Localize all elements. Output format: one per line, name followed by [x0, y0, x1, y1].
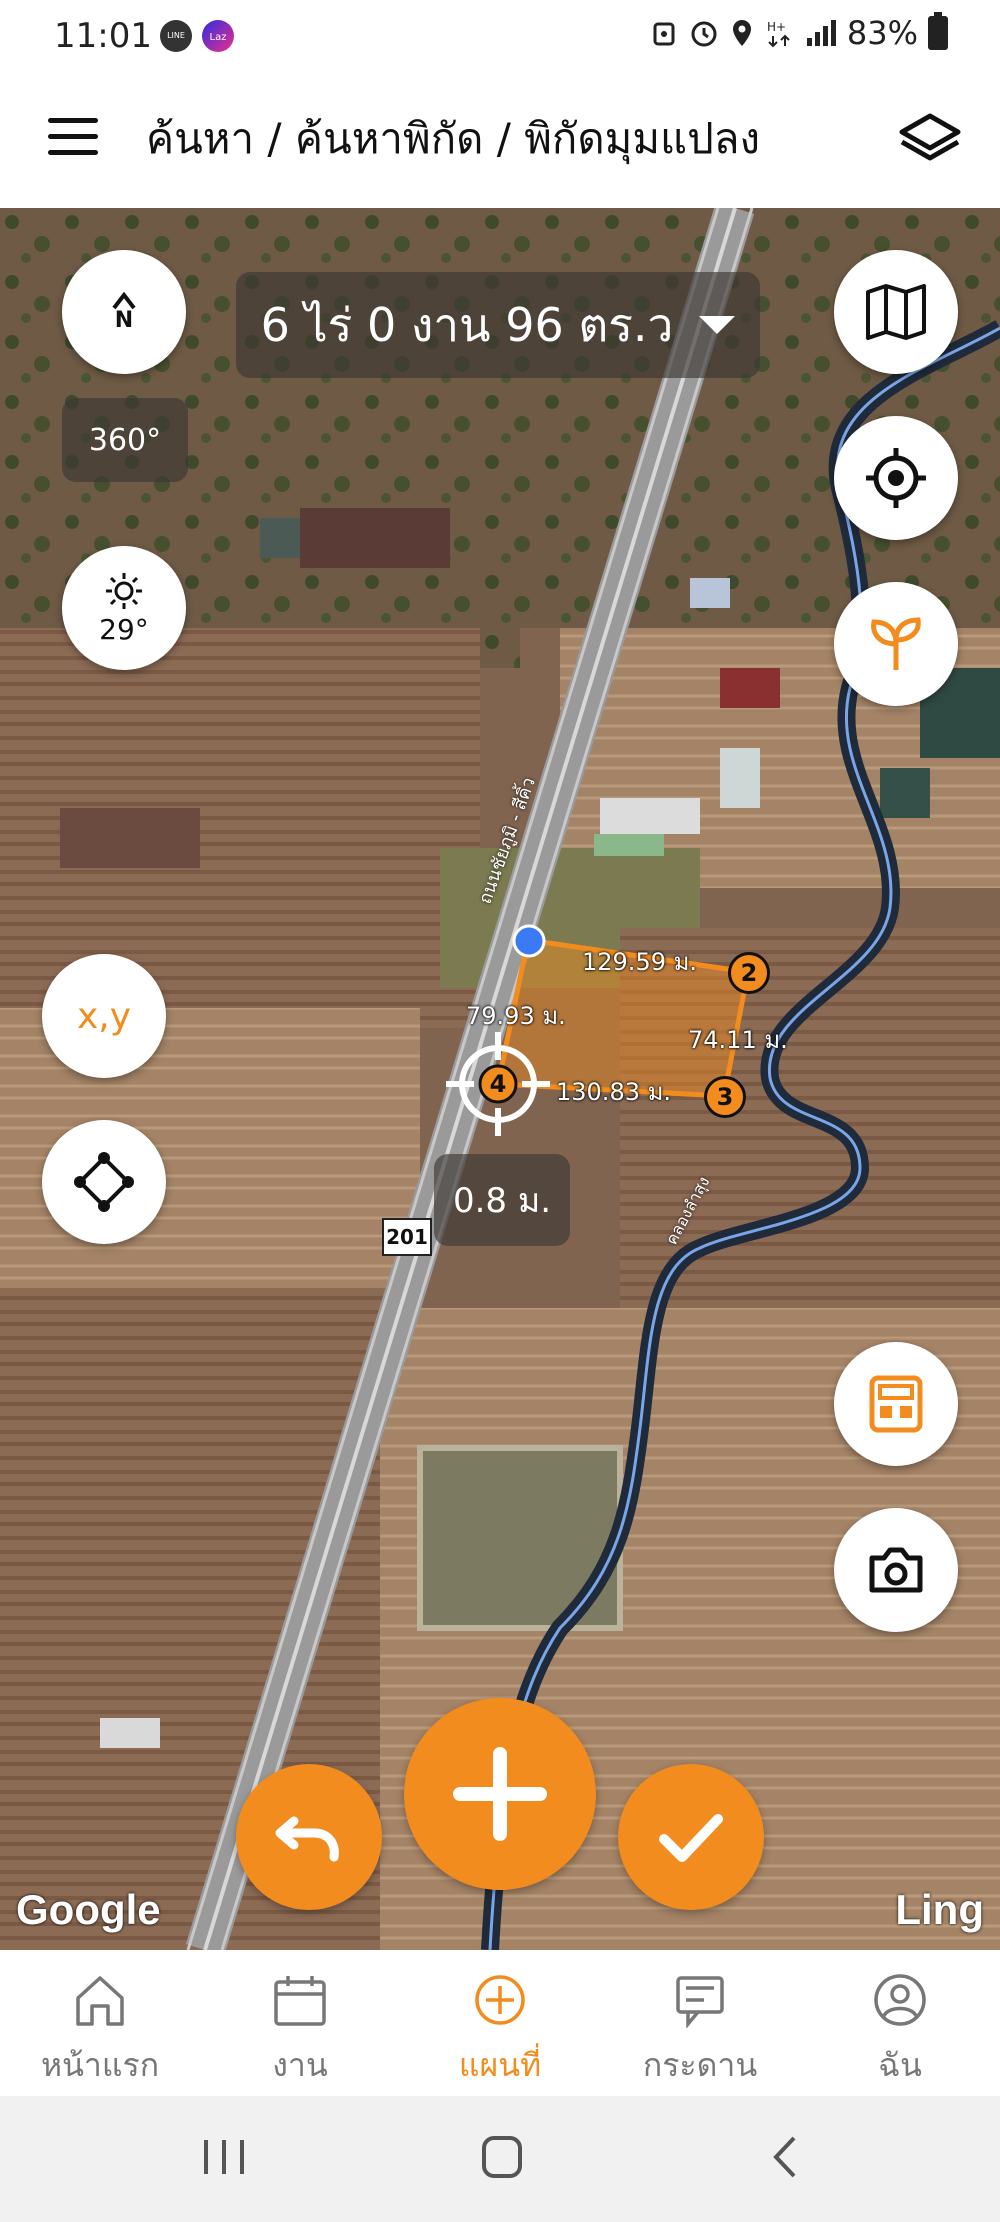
measurement-right: 74.11 ม. [688, 1026, 788, 1054]
system-navigation-bar [0, 2096, 1000, 2222]
camera-icon [869, 1547, 923, 1593]
nav-profile[interactable]: ฉัน [800, 1950, 1000, 2096]
chevron-down-icon [699, 316, 736, 334]
nav-tasks-label: งาน [272, 2046, 328, 2084]
area-display[interactable]: 6 ไร่ 0 งาน 96 ตร.ว [236, 272, 760, 378]
measurement-left: 79.93 ม. [466, 1002, 566, 1030]
vertex-3[interactable]: 3 [704, 1076, 746, 1118]
alarm-icon [653, 22, 675, 46]
svg-text:LINE: LINE [167, 31, 185, 40]
status-icons: H+ 83% [649, 12, 948, 52]
nav-board-label: กระดาน [642, 2046, 758, 2084]
locate-button[interactable] [834, 416, 958, 540]
nav-map-label: แผนที่ [458, 2046, 542, 2084]
confirm-button[interactable] [618, 1764, 764, 1910]
back-icon[interactable] [766, 2132, 802, 2182]
app-header: ค้นหา / ค้นหาพิกัด / พิกัดมุมแปลง [0, 72, 1000, 208]
nav-home[interactable]: หน้าแรก [0, 1950, 200, 2096]
clock-icon [691, 21, 717, 47]
route-shield: 201 [382, 1218, 432, 1256]
calculator-icon [869, 1375, 923, 1433]
ling-attribution: Ling [895, 1886, 984, 1933]
battery-text: 83% [846, 14, 918, 52]
map-icon [866, 284, 926, 340]
nav-board[interactable]: กระดาน [600, 1950, 800, 2096]
nav-profile-label: ฉัน [878, 2046, 922, 2084]
compass-label: N [114, 308, 134, 333]
vertex-2[interactable]: 2 [728, 952, 770, 994]
xy-label: x,y [76, 995, 132, 1037]
current-location-dot [512, 924, 546, 958]
sun-angle-button[interactable]: 29° [62, 546, 186, 670]
undo-icon [275, 1816, 339, 1862]
board-icon [676, 1976, 724, 2028]
nav-map[interactable]: แผนที่ [400, 1950, 600, 2096]
recent-apps-icon[interactable] [200, 2132, 248, 2182]
target-icon [866, 448, 926, 508]
sprout-icon [871, 617, 921, 670]
sun-icon [106, 572, 142, 609]
map-view[interactable]: ถนนชัยภูมิ - สีคิ้ว คลองลำสุง 201 2 3 4 … [0, 208, 1000, 1950]
breadcrumb: ค้นหา / ค้นหาพิกัด / พิกัดมุมแปลง [146, 114, 760, 163]
heading-display: 360° [62, 398, 188, 482]
svg-text:H+: H+ [767, 20, 786, 34]
status-time: 11:01 [54, 16, 152, 56]
menu-icon[interactable] [48, 118, 98, 156]
sun-angle-value: 29° [99, 612, 149, 646]
nav-home-label: หน้าแรก [40, 2046, 160, 2084]
status-bar: 11:01 LINE Laz H+ 83% [0, 0, 1000, 72]
coordinate-button[interactable]: x,y [42, 954, 166, 1078]
polygon-tool-button[interactable] [42, 1120, 166, 1244]
nav-tasks[interactable]: งาน [200, 1950, 400, 2096]
checkmark-icon [659, 1814, 723, 1862]
layers-icon[interactable] [896, 108, 964, 172]
camera-button[interactable] [834, 1508, 958, 1632]
plus-circle-icon [475, 1975, 525, 2025]
svg-text:Laz: Laz [210, 32, 227, 43]
home-button-icon[interactable] [478, 2132, 526, 2182]
calculator-button[interactable] [834, 1342, 958, 1466]
home-icon [76, 1976, 124, 2026]
signal-icon [806, 20, 836, 46]
location-icon [732, 20, 751, 46]
google-attribution: Google [16, 1886, 161, 1933]
plus-icon [453, 1747, 547, 1841]
compass-button[interactable]: N [62, 250, 186, 374]
distance-display: 0.8 ม. [434, 1154, 570, 1246]
add-point-button[interactable] [404, 1698, 596, 1890]
calendar-icon [274, 1976, 326, 2026]
vertex-4: 4 [489, 1070, 507, 1098]
plant-button[interactable] [834, 582, 958, 706]
bottom-navigation: หน้าแรก งาน แผนที่ กระดาน ฉัน [0, 1950, 1000, 2096]
map-type-button[interactable] [834, 250, 958, 374]
battery-icon [928, 12, 948, 50]
data-icon: H+ [767, 20, 790, 48]
area-text: 6 ไร่ 0 งาน 96 ตร.ว [260, 297, 674, 352]
measurement-bottom: 130.83 ม. [556, 1078, 672, 1106]
user-icon [874, 1974, 926, 2026]
measurement-top: 129.59 ม. [582, 948, 698, 976]
lazada-icon: Laz [202, 20, 234, 52]
undo-button[interactable] [236, 1764, 382, 1910]
polygon-icon [74, 1152, 134, 1212]
line-icon: LINE [160, 20, 192, 52]
